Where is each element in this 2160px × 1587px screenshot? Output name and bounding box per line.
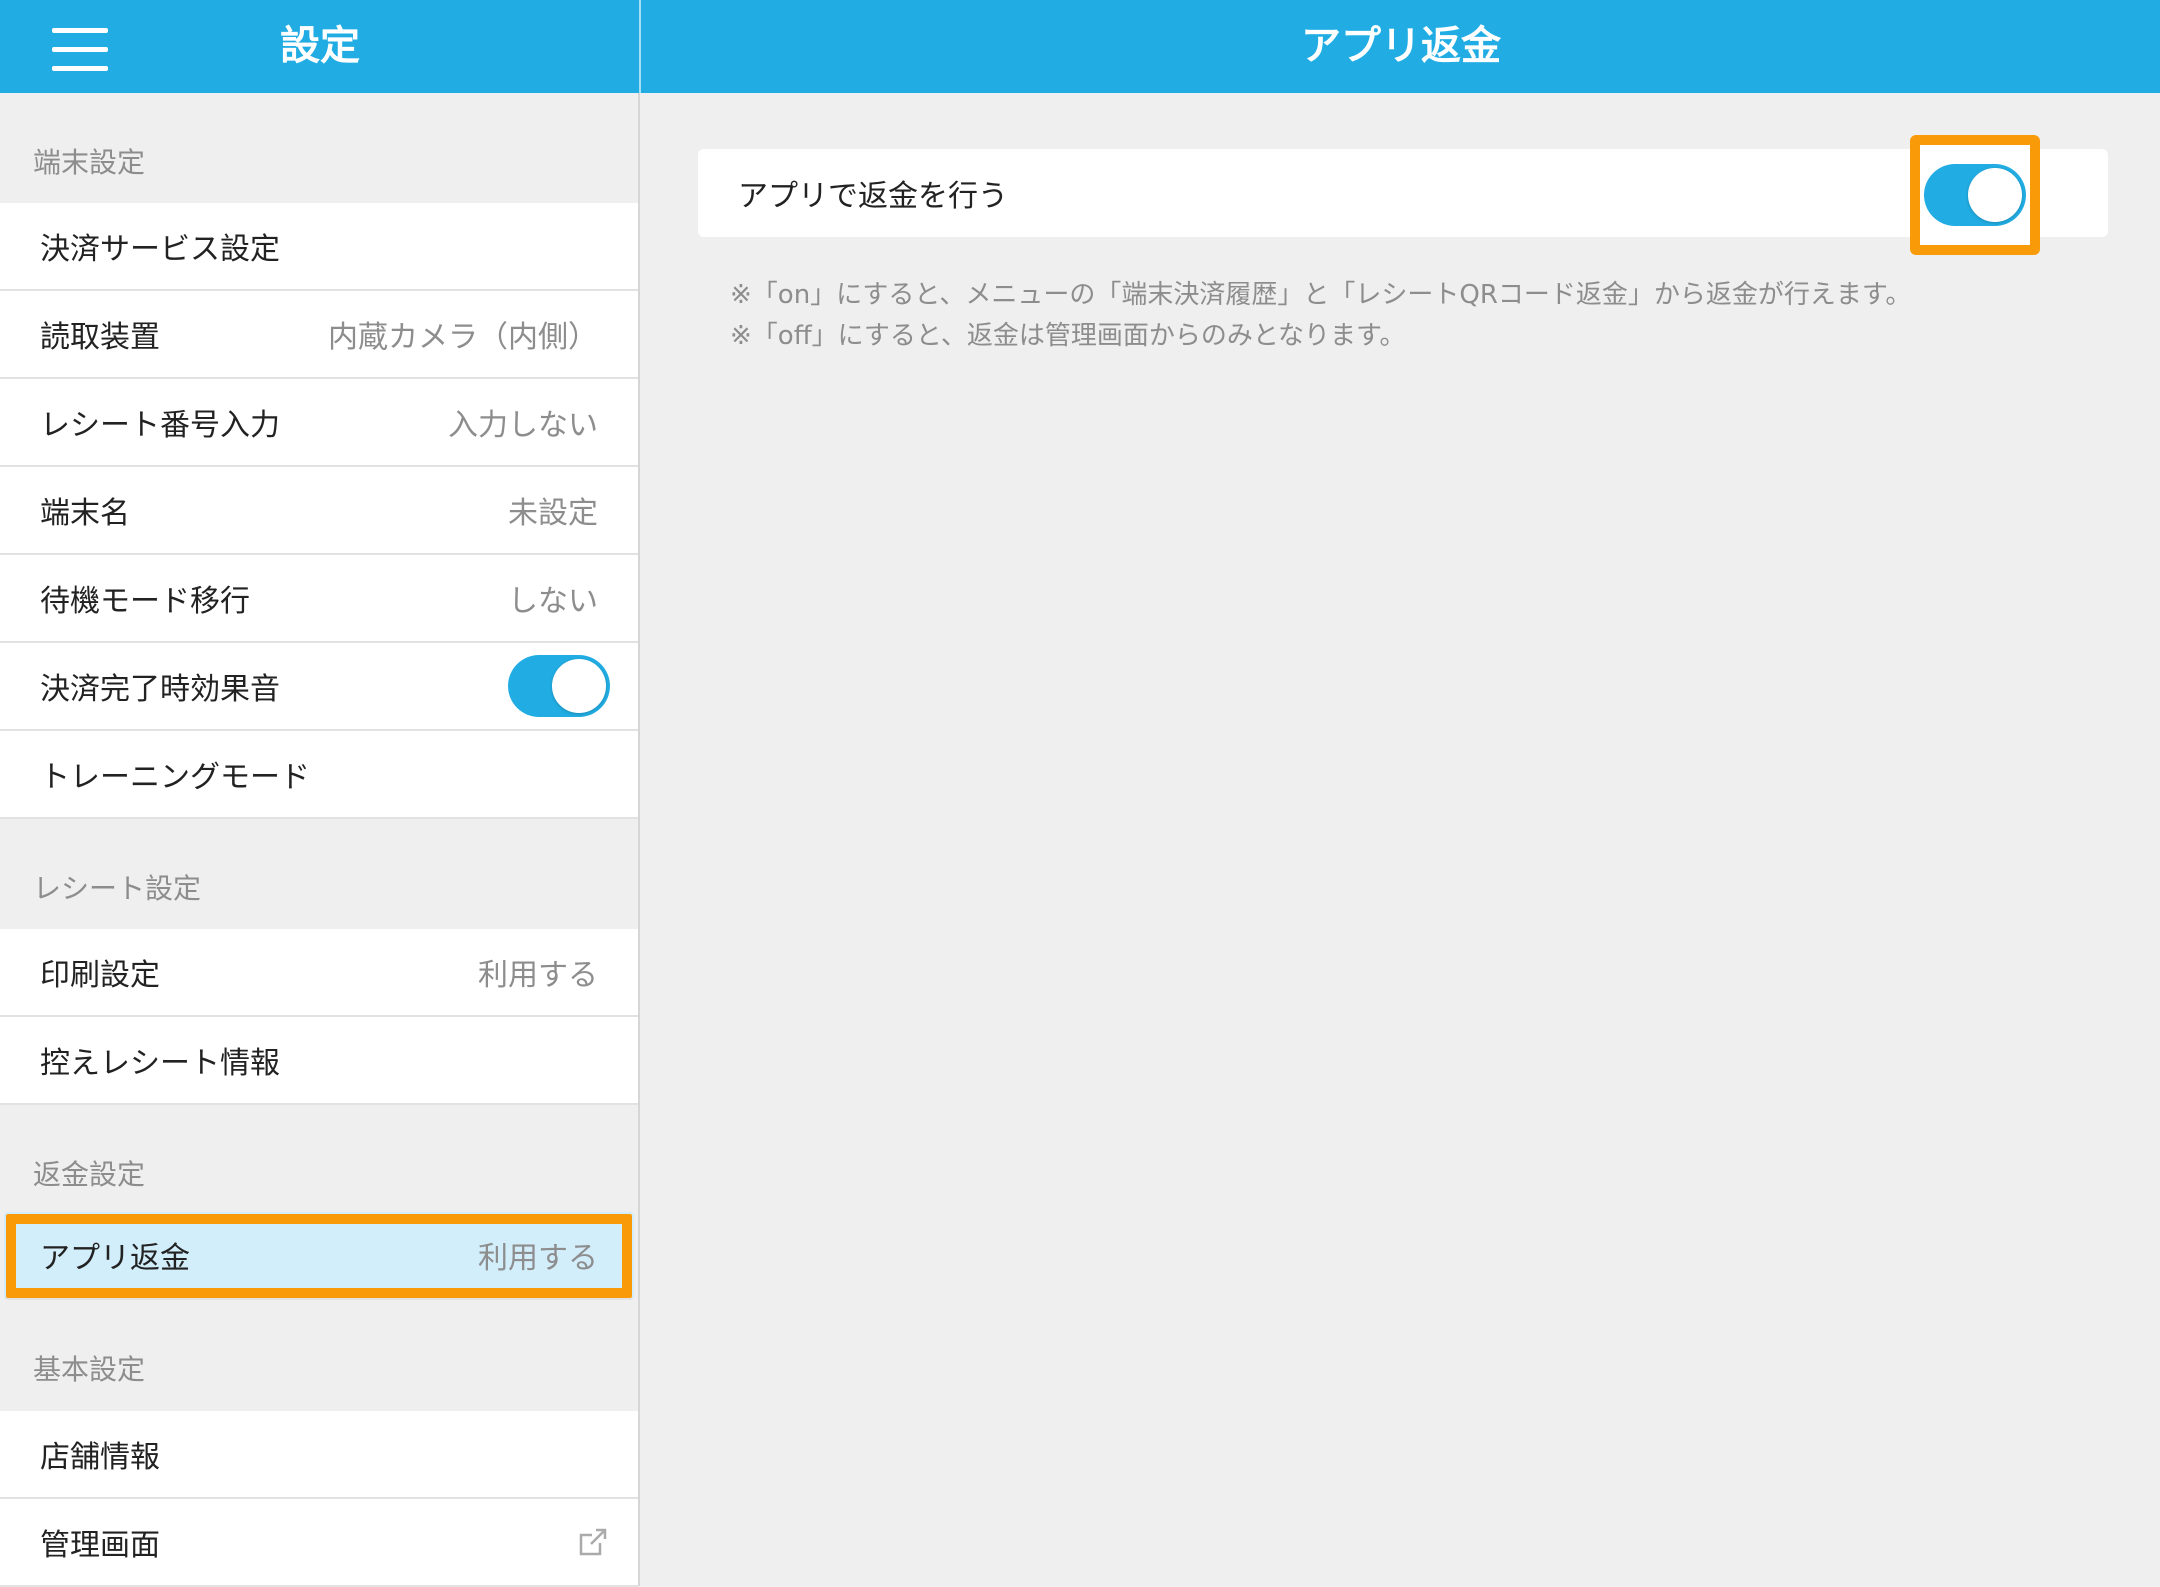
header-divider [639,0,641,93]
sidebar-item-value: 利用する [478,1241,598,1276]
sidebar-item-copy-receipt[interactable]: 控えレシート情報 [0,1017,638,1105]
sidebar-item-training-mode[interactable]: トレーニングモード [0,731,638,819]
sidebar-item-print-settings[interactable]: 印刷設定 利用する [0,929,638,1017]
sidebar-item-label: 読取装置 [40,320,160,355]
section-header-refund: 返金設定 [33,1158,146,1191]
section-header-terminal: 端末設定 [33,146,146,179]
sidebar-item-label: 決済サービス設定 [40,232,280,267]
note-off: ※「off」にすると、返金は管理画面からのみとなります。 [730,321,1406,351]
hamburger-menu-icon[interactable] [52,28,108,72]
sidebar-item-value: 入力しない [448,408,598,443]
sidebar-item-value: 内蔵カメラ（内側） [328,320,598,355]
completion-sound-toggle[interactable] [508,655,610,717]
external-link-icon [579,1528,608,1556]
page-title: アプリ返金 [1301,23,1501,69]
sidebar-item-admin-panel[interactable]: 管理画面 [0,1499,638,1587]
sidebar-item-label: 店舗情報 [40,1440,160,1475]
settings-sidebar: 端末設定 決済サービス設定 読取装置 内蔵カメラ（内側） レシート番号入力 入力… [0,93,640,1587]
setting-notes: ※「on」にすると、メニューの「端末決済履歴」と「レシートQRコード返金」から返… [730,275,1911,357]
sidebar-item-app-refund[interactable]: アプリ返金 利用する [4,1212,634,1300]
sidebar-item-value: 利用する [478,958,598,993]
sidebar-item-store-info[interactable]: 店舗情報 [0,1411,638,1499]
sidebar-item-completion-sound: 決済完了時効果音 [0,643,638,731]
sidebar-item-label: 待機モード移行 [40,584,250,619]
app-refund-toggle[interactable] [1924,164,2026,226]
app-refund-setting-card: アプリで返金を行う [698,149,2108,237]
sidebar-item-terminal-name[interactable]: 端末名 未設定 [0,467,638,555]
sidebar-item-label: 端末名 [40,496,130,531]
sidebar-item-reader[interactable]: 読取装置 内蔵カメラ（内側） [0,291,638,379]
sidebar-item-label: 管理画面 [40,1528,160,1563]
sidebar-item-label: 印刷設定 [40,958,160,993]
sidebar-item-value: しない [508,584,598,619]
sidebar-item-label: 控えレシート情報 [40,1046,280,1081]
sidebar-item-label: レシート番号入力 [40,408,280,443]
toggle-knob [1968,168,2022,222]
note-on: ※「on」にすると、メニューの「端末決済履歴」と「レシートQRコード返金」から返… [730,280,1912,310]
sidebar-item-label: トレーニングモード [40,760,310,795]
main-content: アプリで返金を行う ※「on」にすると、メニューの「端末決済履歴」と「レシートQ… [642,93,2160,1586]
sidebar-item-value: 未設定 [508,496,598,531]
sidebar-item-label: 決済完了時効果音 [40,672,280,707]
sidebar-item-standby-mode[interactable]: 待機モード移行 しない [0,555,638,643]
app-refund-toggle-highlight [1910,135,2040,255]
section-header-receipt: レシート設定 [33,872,202,905]
app-header: 設定 アプリ返金 [0,0,2160,93]
sidebar-title: 設定 [280,23,360,69]
sidebar-item-label: アプリ返金 [40,1241,190,1276]
sidebar-item-payment-service[interactable]: 決済サービス設定 [0,203,638,291]
setting-label: アプリで返金を行う [738,179,1008,214]
sidebar-item-receipt-number[interactable]: レシート番号入力 入力しない [0,379,638,467]
section-header-basic: 基本設定 [33,1353,146,1386]
toggle-knob [552,659,606,713]
